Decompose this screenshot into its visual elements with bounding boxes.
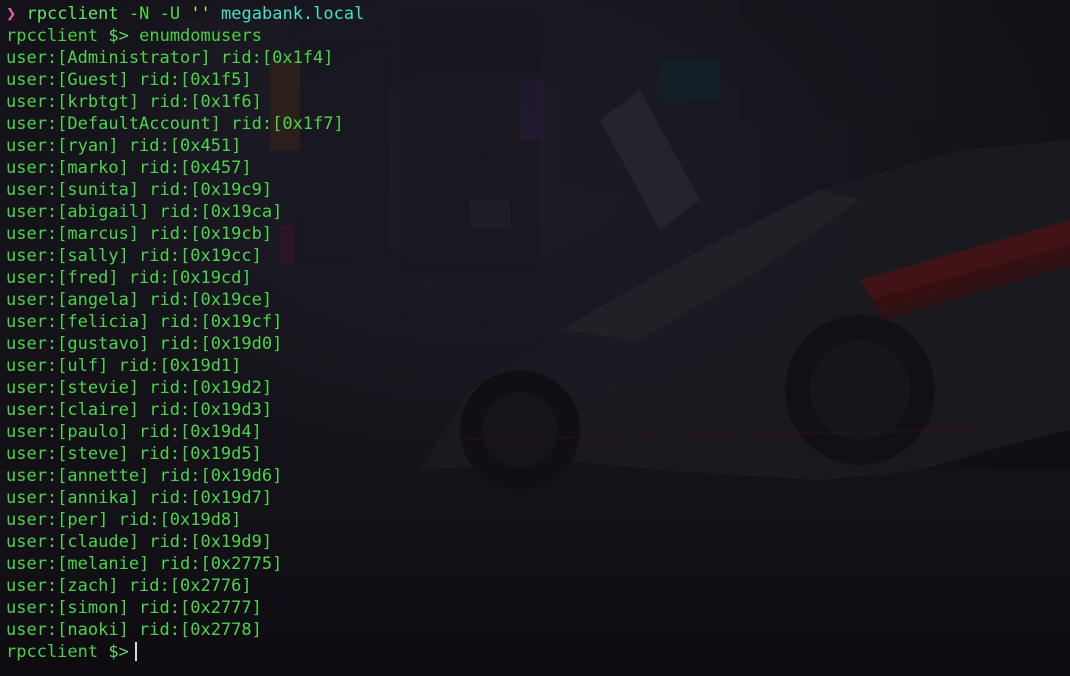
user-entry: user:[per] rid:[0x19d8] (6, 510, 242, 530)
entered-command: enumdomusers (139, 26, 262, 46)
text-cursor-icon (134, 642, 137, 661)
prompt-symbol: $> (108, 642, 129, 662)
chevron-right-icon: ❯ (6, 4, 17, 24)
user-entry: user:[paulo] rid:[0x19d4] (6, 422, 262, 442)
prompt-name: rpcclient (6, 642, 99, 662)
user-entry: user:[angela] rid:[0x19ce] (6, 290, 273, 310)
user-entry: user:[annika] rid:[0x19d7] (6, 488, 273, 508)
user-entry: user:[fred] rid:[0x19cd] (6, 268, 252, 288)
user-entry: user:[felicia] rid:[0x19cf] (6, 312, 283, 332)
command-empty-user: '' (190, 4, 211, 24)
user-entry: user:[Administrator] rid:[0x1f4] (6, 48, 334, 68)
command-flags: -N -U (128, 4, 181, 24)
user-entry: user:[ulf] rid:[0x19d1] (6, 356, 242, 376)
command-program: rpcclient (26, 4, 119, 24)
user-entry: user:[stevie] rid:[0x19d2] (6, 378, 273, 398)
user-entry: user:[claude] rid:[0x19d9] (6, 532, 273, 552)
prompt-name: rpcclient (6, 26, 99, 46)
user-entry: user:[Guest] rid:[0x1f5] (6, 70, 252, 90)
user-entry: user:[naoki] rid:[0x2778] (6, 620, 262, 640)
user-entry: user:[abigail] rid:[0x19ca] (6, 202, 283, 222)
user-entry: user:[zach] rid:[0x2776] (6, 576, 252, 596)
active-prompt-line[interactable]: rpcclient $> (6, 641, 1070, 663)
user-entry: user:[ryan] rid:[0x451] (6, 136, 242, 156)
user-entry: user:[marcus] rid:[0x19cb] (6, 224, 273, 244)
user-entry: user:[sally] rid:[0x19cc] (6, 246, 262, 266)
user-entry: user:[melanie] rid:[0x2775] (6, 554, 283, 574)
user-entry: user:[sunita] rid:[0x19c9] (6, 180, 273, 200)
user-entry: user:[gustavo] rid:[0x19d0] (6, 334, 283, 354)
user-entry: user:[simon] rid:[0x2777] (6, 598, 262, 618)
prompt-line: rpcclient $> enumdomusers (6, 25, 1070, 47)
command-host: megabank.local (221, 4, 365, 24)
terminal-window[interactable]: ❯ rpcclient -N -U '' megabank.local rpcc… (0, 0, 1070, 676)
user-entry: user:[claire] rid:[0x19d3] (6, 400, 273, 420)
user-entry: user:[marko] rid:[0x457] (6, 158, 252, 178)
user-entry: user:[krbtgt] rid:[0x1f6] (6, 92, 262, 112)
user-entry: user:[annette] rid:[0x19d6] (6, 466, 283, 486)
user-entry: user:[DefaultAccount] rid:[0x1f7] (6, 114, 344, 134)
prompt-symbol: $> (108, 26, 129, 46)
user-entry: user:[steve] rid:[0x19d5] (6, 444, 262, 464)
command-line: ❯ rpcclient -N -U '' megabank.local (6, 3, 1070, 25)
